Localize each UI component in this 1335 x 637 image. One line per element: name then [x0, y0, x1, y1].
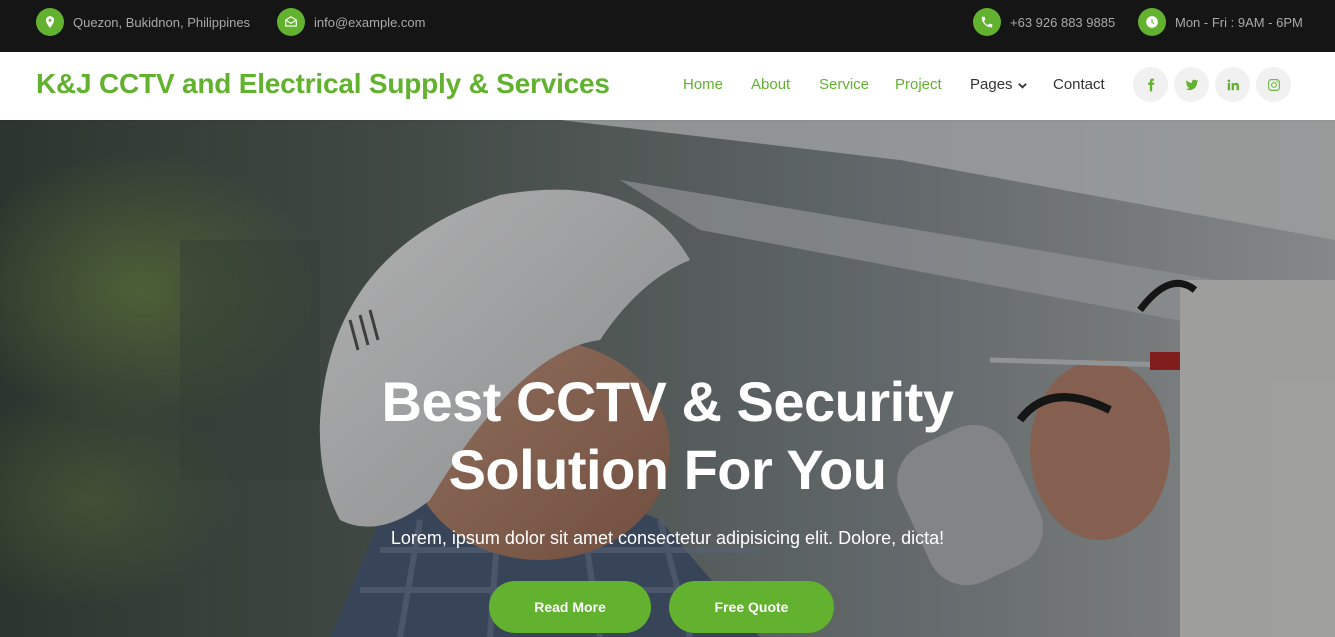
- nav-about[interactable]: About: [751, 76, 790, 93]
- address-item: Quezon, Bukidnon, Philippines: [36, 8, 250, 36]
- nav-contact[interactable]: Contact: [1053, 76, 1105, 93]
- hero-title-line-2: Solution For You: [448, 438, 887, 501]
- map-marker-icon: [36, 8, 64, 36]
- phone-item: +63 926 883 9885: [973, 8, 1115, 36]
- free-quote-button[interactable]: Free Quote: [669, 581, 834, 633]
- nav-project[interactable]: Project: [895, 76, 942, 93]
- hero-banner: Best CCTV & Security Solution For You Lo…: [0, 120, 1335, 637]
- brand-logo[interactable]: K&J CCTV and Electrical Supply & Service…: [36, 68, 610, 100]
- nav-service[interactable]: Service: [819, 76, 869, 93]
- envelope-open-icon: [277, 8, 305, 36]
- nav-home[interactable]: Home: [683, 76, 723, 93]
- hours-item: Mon - Fri : 9AM - 6PM: [1138, 8, 1303, 36]
- nav-pages-dropdown[interactable]: Pages: [970, 76, 1027, 93]
- clock-icon: [1138, 8, 1166, 36]
- top-info-bar: Quezon, Bukidnon, Philippines info@examp…: [0, 0, 1335, 52]
- hero-subtitle: Lorem, ipsum dolor sit amet consectetur …: [390, 528, 945, 548]
- facebook-icon[interactable]: [1133, 67, 1168, 102]
- linkedin-icon[interactable]: [1215, 67, 1250, 102]
- hero-title: Best CCTV & Security Solution For You: [0, 368, 1335, 504]
- nav-pages-label: Pages: [970, 76, 1013, 93]
- email-item: info@example.com: [277, 8, 425, 36]
- phone-text: +63 926 883 9885: [1010, 14, 1116, 30]
- email-link[interactable]: info@example.com: [314, 15, 425, 30]
- hero-title-line-1: Best CCTV & Security: [381, 370, 954, 433]
- read-more-button[interactable]: Read More: [489, 581, 651, 633]
- address-text: Quezon, Bukidnon, Philippines: [73, 14, 251, 30]
- instagram-icon[interactable]: [1256, 67, 1291, 102]
- main-navbar: K&J CCTV and Electrical Supply & Service…: [0, 52, 1335, 120]
- chevron-down-icon: [1017, 82, 1027, 89]
- twitter-icon[interactable]: [1174, 67, 1209, 102]
- hours-text: Mon - Fri : 9AM - 6PM: [1175, 14, 1303, 30]
- phone-icon: [973, 8, 1001, 36]
